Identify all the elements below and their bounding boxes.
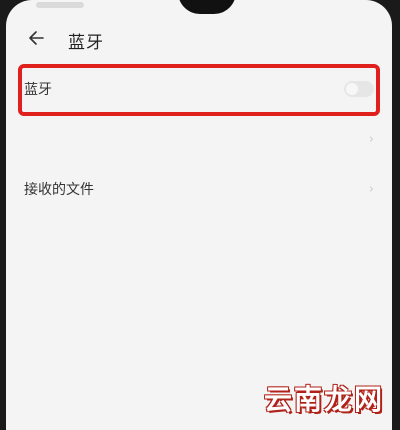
watermark: 云南龙网 bbox=[263, 383, 384, 416]
received-files-label: 接收的文件 bbox=[24, 182, 94, 198]
chevron-right-icon: › bbox=[368, 131, 374, 147]
received-files-row[interactable]: 接收的文件 › bbox=[6, 164, 392, 214]
status-bar bbox=[36, 2, 84, 8]
app-header: 蓝牙 bbox=[6, 22, 392, 58]
received-files-value-wrap: › bbox=[365, 182, 374, 197]
device-name-row[interactable]: › bbox=[6, 114, 392, 164]
page-title: 蓝牙 bbox=[68, 32, 104, 53]
bluetooth-label: 蓝牙 bbox=[24, 82, 52, 98]
back-button[interactable] bbox=[16, 22, 56, 58]
bluetooth-toggle[interactable] bbox=[344, 81, 374, 97]
chevron-right-icon: › bbox=[368, 181, 374, 197]
arrow-left-icon bbox=[26, 28, 46, 52]
settings-list: 蓝牙 › 接收的文件 › bbox=[6, 64, 392, 214]
bluetooth-toggle-row[interactable]: 蓝牙 bbox=[6, 64, 392, 114]
phone-screen: 蓝牙 蓝牙 › 接收的文件 › bbox=[6, 0, 392, 430]
device-name-value-wrap: › bbox=[365, 132, 374, 147]
camera-notch bbox=[178, 0, 236, 14]
